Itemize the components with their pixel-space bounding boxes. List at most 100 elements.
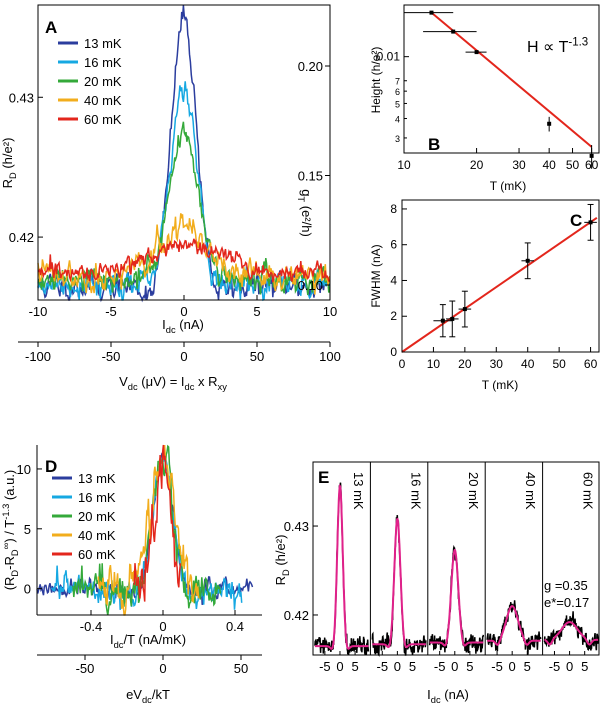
x-tick-label: 20 <box>470 158 484 172</box>
x-tick-label: -10 <box>29 304 48 319</box>
y2-tick-label: 0.15 <box>298 169 323 184</box>
x-tick-label: 40 <box>542 158 556 172</box>
x2-tick-label: 0 <box>159 661 166 676</box>
panel-letter-e: E <box>318 468 329 487</box>
y2-axis-label: gT (e²/h) <box>296 189 314 237</box>
y-tick-label: 5 <box>24 522 31 537</box>
y-tick-label: 0.43 <box>284 519 309 534</box>
data-point <box>451 29 456 34</box>
y-axis-label: FWHM (nA) <box>369 244 383 307</box>
x-tick-label: 40 <box>521 357 535 371</box>
x-tick-label: 0 <box>566 659 573 674</box>
x-tick-label: 5 <box>524 659 531 674</box>
x-axis-label: T (mK) <box>482 378 518 392</box>
x2-tick-label: 50 <box>234 661 248 676</box>
y-tick-label: 0 <box>390 345 397 359</box>
power-law-annotation: H ∝ T-1.3 <box>527 37 588 56</box>
legend-label: 40 mK <box>84 93 122 108</box>
x-tick-label: 0 <box>336 659 343 674</box>
x-axis-label: Idc (nA) <box>427 687 469 705</box>
panel-a-frame <box>37 4 331 301</box>
data-point <box>547 121 552 126</box>
temperature-label: 16 mK <box>408 472 423 510</box>
e-charge-annotation: e*=0.17 <box>544 595 589 610</box>
figure-canvas: -10 -5 0 5 100.420.430.100.150.20RD (h/e²)gT… <box>0 4 600 705</box>
x-tick-label: 10 <box>397 158 411 172</box>
legend-label: 20 mK <box>78 509 116 524</box>
x-tick-label: 50 <box>566 158 580 172</box>
x-tick-label: 10 <box>323 304 337 319</box>
x-axis-label: Idc/T (nA/mK) <box>110 632 186 650</box>
data-point <box>474 50 479 55</box>
y-axis-label: Height (h/e²) <box>369 47 383 114</box>
panel-letter-d: D <box>45 457 57 476</box>
temperature-label: 40 mK <box>523 472 538 510</box>
y-tick-label: 4 <box>395 115 400 125</box>
x-axis-label: T (mK) <box>490 179 526 193</box>
y-tick-label: 0.42 <box>9 230 34 245</box>
y-tick-label: 8 <box>390 202 397 216</box>
legend-label: 60 mK <box>78 547 116 562</box>
panel-letter-c: C <box>570 211 582 230</box>
x2-tick-label: -100 <box>25 349 51 364</box>
x-tick-label: 60 <box>585 158 599 172</box>
x2-tick-label: -50 <box>102 349 121 364</box>
data-point <box>525 258 530 263</box>
x2-tick-label: 50 <box>250 349 264 364</box>
x-tick-label: 5 <box>351 659 358 674</box>
legend-label: 16 mK <box>78 490 116 505</box>
y-tick-label: 0 <box>24 582 31 597</box>
fit-curve <box>314 483 369 650</box>
fit-line <box>401 217 598 353</box>
legend-label: 13 mK <box>84 36 122 51</box>
panel-b-frame <box>403 4 600 154</box>
x-tick-label: 50 <box>552 357 566 371</box>
x-tick-label: 20 <box>458 357 472 371</box>
x-tick-label: 10 <box>427 357 441 371</box>
legend-label: 13 mK <box>78 471 116 486</box>
y-tick-label: 6 <box>395 87 400 97</box>
x-tick-label: 30 <box>512 158 526 172</box>
y2-tick-label: 0.10 <box>298 278 323 293</box>
panel-letter-b: B <box>428 135 440 154</box>
y-axis-label: RD (h/e²) <box>273 535 291 586</box>
x-tick-label: -5 <box>105 304 117 319</box>
x2-tick-label: 100 <box>319 349 341 364</box>
y-tick-label: 5 <box>395 99 400 109</box>
y-tick-label: 0.43 <box>9 90 34 105</box>
x-tick-label: 30 <box>490 357 504 371</box>
data-point <box>440 318 445 323</box>
x-tick-label: 5 <box>581 659 588 674</box>
fit-line <box>430 11 593 148</box>
legend-label: 40 mK <box>78 528 116 543</box>
y-axis-label: (RD-RD∞) / T-1.3 (a.u.) <box>1 470 20 591</box>
g-annotation: g =0.35 <box>544 578 588 593</box>
data-point <box>588 220 593 225</box>
fit-curve <box>372 517 426 649</box>
x-tick-label: -5 <box>434 659 446 674</box>
x2-tick-label: 0 <box>180 349 187 364</box>
x-tick-label: 5 <box>253 304 260 319</box>
x-tick-label: -5 <box>319 659 331 674</box>
x-tick-label: -5 <box>376 659 388 674</box>
x-axis-label: Idc (nA) <box>162 317 204 335</box>
x2-tick-label: -50 <box>76 661 95 676</box>
x-tick-label: -5 <box>491 659 503 674</box>
y-tick-label: 4 <box>390 273 397 287</box>
legend-label: 20 mK <box>84 74 122 89</box>
data-point <box>450 316 455 321</box>
y2-tick-label: 0.20 <box>298 59 323 74</box>
x-tick-label: 0 <box>451 659 458 674</box>
x-tick-label: 0.4 <box>226 619 244 634</box>
y-tick-label: 3 <box>395 134 400 144</box>
x-tick-label: -0.4 <box>80 619 102 634</box>
x-tick-label: 5 <box>466 659 473 674</box>
x-tick-label: 60 <box>584 357 598 371</box>
data-point <box>429 10 434 15</box>
panel-letter-a: A <box>45 18 57 37</box>
x-tick-label: 0 <box>394 659 401 674</box>
data-point <box>462 307 467 312</box>
x-tick-label: 5 <box>409 659 416 674</box>
y-tick-label: 2 <box>390 309 397 323</box>
x2-axis-label: eVdc/kT <box>126 687 170 705</box>
